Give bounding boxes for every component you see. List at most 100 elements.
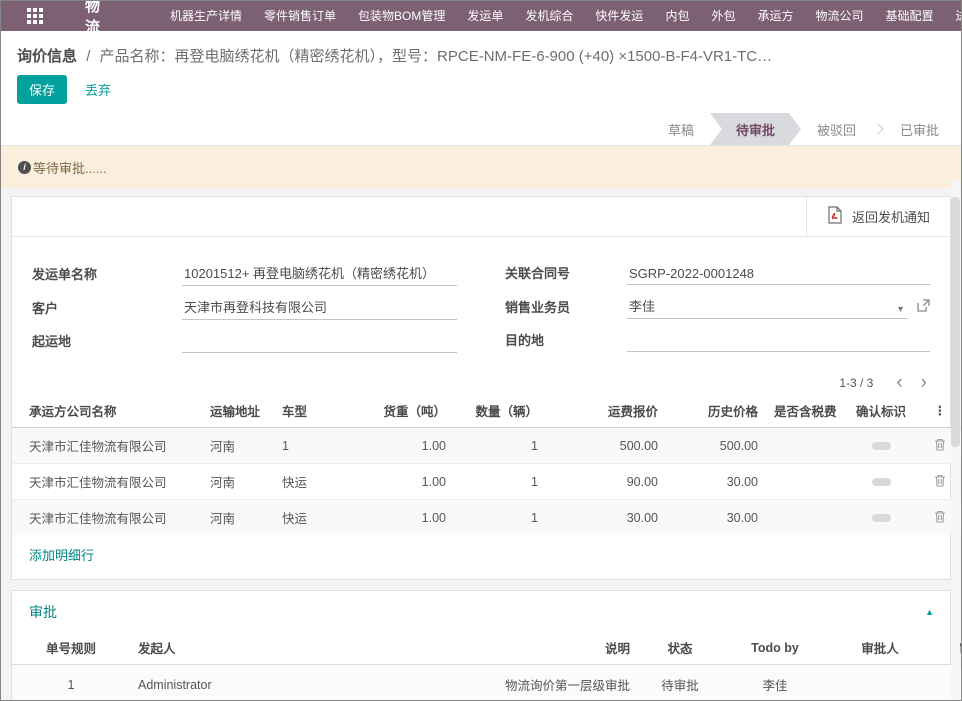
col-description[interactable]: 说明 <box>368 631 638 665</box>
confirm-toggle[interactable] <box>872 514 891 522</box>
menu-item-logistics-company[interactable]: 物流公司 <box>804 1 874 31</box>
cell-weight[interactable]: 1.00 <box>354 500 454 536</box>
col-vehicle-type[interactable]: 车型 <box>274 394 354 428</box>
cell-approver[interactable] <box>828 665 932 701</box>
menu-item-carrier[interactable]: 承运方 <box>746 1 804 31</box>
confirm-toggle[interactable] <box>872 478 891 486</box>
contract-number-field: 关联合同号 SGRP-2022-0001248 <box>505 263 930 285</box>
col-confirm-flag[interactable]: 确认标识 <box>844 394 918 428</box>
cell-company[interactable]: 天津市汇佳物流有限公司 <box>12 500 202 536</box>
col-tax-included[interactable]: 是否含税费 <box>766 394 844 428</box>
collapse-up-icon[interactable]: ▲ <box>925 607 934 617</box>
destination-label: 目的地 <box>505 330 627 352</box>
menu-item-parts-sales-order[interactable]: 零件销售订单 <box>253 1 347 31</box>
approval-table: 单号规则 发起人 说明 状态 Todo by 审批人 审批日期 备注 1 Adm… <box>12 631 962 701</box>
cell-weight[interactable]: 1.00 <box>354 428 454 464</box>
pager-next-icon[interactable]: › <box>912 376 936 390</box>
status-step-pending-approval[interactable]: 待审批 <box>710 113 801 145</box>
status-step-draft[interactable]: 草稿 <box>652 113 710 145</box>
shipping-order-name-input[interactable]: 10201512+ 再登电脑绣花机（精密绣花机） <box>182 263 457 286</box>
cell-address[interactable]: 河南 <box>202 428 274 464</box>
cell-vehicle[interactable]: 快运 <box>274 464 354 500</box>
menu-item-outer-packing[interactable]: 外包 <box>700 1 746 31</box>
shipping-order-name-label: 发运单名称 <box>32 264 182 286</box>
col-freight-quote[interactable]: 运费报价 <box>546 394 666 428</box>
apps-grid-icon[interactable] <box>27 8 43 24</box>
destination-input[interactable] <box>627 333 930 352</box>
contract-number-input[interactable]: SGRP-2022-0001248 <box>627 266 930 285</box>
breadcrumb: 询价信息 / 产品名称：再登电脑绣花机（精密绣花机），型号：RPCE-NM-FE… <box>1 31 961 70</box>
cell-description[interactable]: 物流询价第一层级审批 <box>368 665 638 701</box>
cell-address[interactable]: 河南 <box>202 500 274 536</box>
cell-history[interactable]: 30.00 <box>666 500 766 536</box>
cell-address[interactable]: 河南 <box>202 464 274 500</box>
tab-approval[interactable]: 审批 <box>29 602 57 622</box>
pager-prev-icon[interactable]: ‹ <box>887 376 911 390</box>
cell-initiator[interactable]: Administrator <box>130 665 368 701</box>
menu-item-machine-production[interactable]: 机器生产详情 <box>159 1 253 31</box>
col-approver[interactable]: 审批人 <box>828 631 932 665</box>
col-transport-address[interactable]: 运输地址 <box>202 394 274 428</box>
save-button[interactable]: 保存 <box>17 75 67 104</box>
col-todo-by[interactable]: Todo by <box>722 631 828 665</box>
menu-item-shipment-summary[interactable]: 发机综合 <box>514 1 584 31</box>
cell-company[interactable]: 天津市汇佳物流有限公司 <box>12 464 202 500</box>
external-link-icon[interactable] <box>917 299 930 319</box>
scrollbar-thumb[interactable] <box>951 197 960 447</box>
col-history-price[interactable]: 历史价格 <box>666 394 766 428</box>
cell-quote[interactable]: 30.00 <box>546 500 666 536</box>
record-action-bar: 保存 丢弃 <box>1 70 961 113</box>
approval-row-1[interactable]: 1 Administrator 物流询价第一层级审批 待审批 李佳 <box>12 665 962 701</box>
menu-item-packaging-bom[interactable]: 包装物BOM管理 <box>347 1 456 31</box>
delete-row-icon[interactable] <box>934 474 946 490</box>
col-initiator[interactable]: 发起人 <box>130 631 368 665</box>
cell-todo-by[interactable]: 李佳 <box>722 665 828 701</box>
cell-quote[interactable]: 90.00 <box>546 464 666 500</box>
col-status[interactable]: 状态 <box>638 631 722 665</box>
cell-seq[interactable]: 1 <box>12 665 130 701</box>
menu-item-shipping-order[interactable]: 发运单 <box>456 1 514 31</box>
discard-button[interactable]: 丢弃 <box>73 76 123 103</box>
cell-qty[interactable]: 1 <box>454 428 546 464</box>
carrier-row-2[interactable]: 天津市汇佳物流有限公司 河南 快运 1.00 1 90.00 30.00 <box>12 464 962 500</box>
cell-history[interactable]: 500.00 <box>666 428 766 464</box>
delete-row-icon[interactable] <box>934 510 946 526</box>
cell-qty[interactable]: 1 <box>454 464 546 500</box>
origin-input[interactable] <box>182 334 457 353</box>
app-window: 物流 机器生产详情 零件销售订单 包装物BOM管理 发运单 发机综合 快件发运 … <box>0 0 962 701</box>
cell-qty[interactable]: 1 <box>454 500 546 536</box>
add-line-link[interactable]: 添加明细行 <box>12 535 112 579</box>
confirm-toggle[interactable] <box>872 442 891 450</box>
return-shipping-notice-button[interactable]: 返回发机通知 <box>806 197 950 236</box>
app-name[interactable]: 物流 <box>85 0 101 37</box>
chevron-right-icon <box>872 123 883 134</box>
cell-status[interactable]: 待审批 <box>638 665 722 701</box>
carrier-row-3[interactable]: 天津市汇佳物流有限公司 河南 快运 1.00 1 30.00 30.00 <box>12 500 962 536</box>
carrier-quote-table: 承运方公司名称 运输地址 车型 货重（吨） 数量（辆） 运费报价 历史价格 是否… <box>12 394 962 535</box>
col-carrier-company[interactable]: 承运方公司名称 <box>12 394 202 428</box>
menu-item-base-config[interactable]: 基础配置 <box>875 1 945 31</box>
status-step-approved[interactable]: 已审批 <box>884 113 955 145</box>
approval-header-row: 单号规则 发起人 说明 状态 Todo by 审批人 审批日期 备注 <box>12 631 962 665</box>
menu-item-import-export[interactable]: 进出口部填 <box>945 1 962 31</box>
cell-vehicle[interactable]: 1 <box>274 428 354 464</box>
column-options-icon[interactable]: ⋮ <box>934 404 947 418</box>
breadcrumb-root[interactable]: 询价信息 <box>17 48 77 65</box>
col-quantity[interactable]: 数量（辆） <box>454 394 546 428</box>
menu-item-express-shipping[interactable]: 快件发运 <box>584 1 654 31</box>
col-seq-rule[interactable]: 单号规则 <box>12 631 130 665</box>
cell-history[interactable]: 30.00 <box>666 464 766 500</box>
approval-card: 审批 ▲ 单号规则 发起人 说明 状态 Todo by 审批人 审批日期 备注 <box>11 590 951 701</box>
delete-row-icon[interactable] <box>934 438 946 454</box>
carrier-row-1[interactable]: 天津市汇佳物流有限公司 河南 1 1.00 1 500.00 500.00 <box>12 428 962 464</box>
cell-quote[interactable]: 500.00 <box>546 428 666 464</box>
chevron-down-icon[interactable]: ▾ <box>895 304 906 315</box>
status-step-rejected[interactable]: 被驳回 <box>801 113 872 145</box>
menu-item-inner-packing[interactable]: 内包 <box>654 1 700 31</box>
cell-weight[interactable]: 1.00 <box>354 464 454 500</box>
cell-company[interactable]: 天津市汇佳物流有限公司 <box>12 428 202 464</box>
col-cargo-weight[interactable]: 货重（吨） <box>354 394 454 428</box>
salesperson-input[interactable]: 李佳 ▾ <box>627 296 908 319</box>
customer-input[interactable]: 天津市再登科技有限公司 <box>182 297 457 320</box>
cell-vehicle[interactable]: 快运 <box>274 500 354 536</box>
